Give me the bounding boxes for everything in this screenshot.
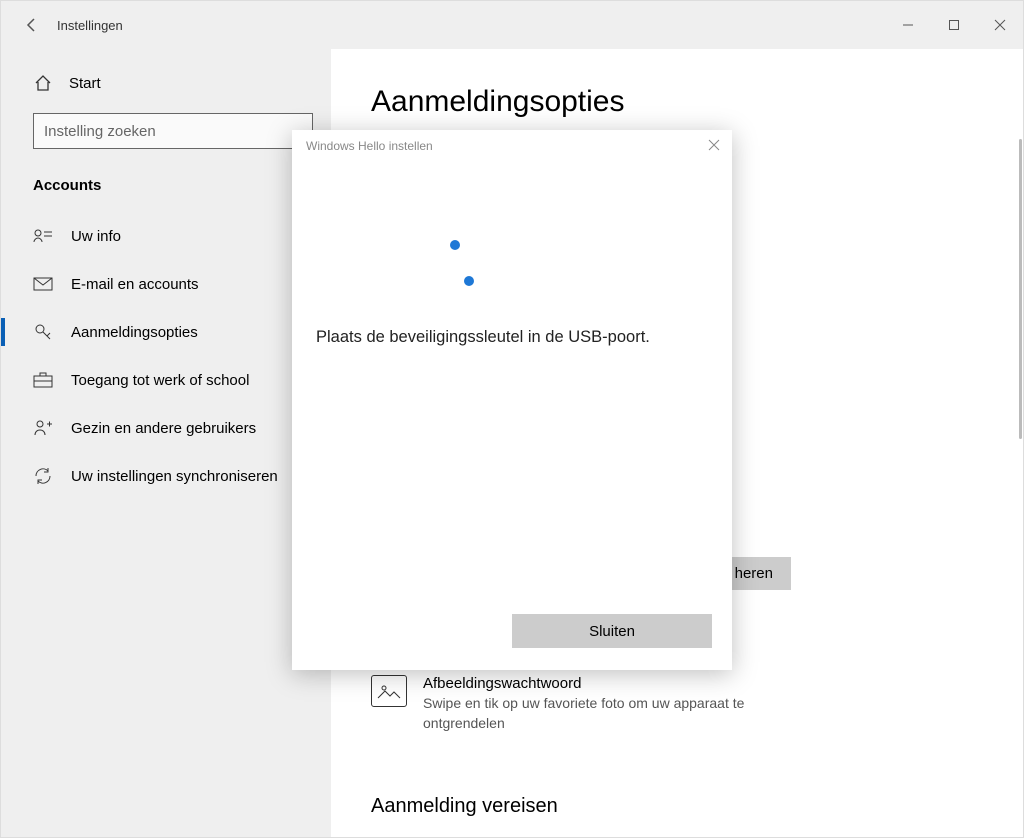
category-label: Accounts — [1, 167, 331, 212]
maximize-button[interactable] — [931, 9, 977, 41]
hello-setup-dialog: Windows Hello instellen Plaats de beveil… — [292, 130, 732, 670]
dialog-title: Windows Hello instellen — [306, 139, 433, 153]
sync-icon — [33, 466, 53, 486]
image-icon — [371, 675, 407, 707]
sidebar-item-your-info[interactable]: Uw info — [1, 212, 331, 260]
titlebar: Instellingen — [1, 1, 1023, 49]
briefcase-icon — [33, 370, 53, 390]
sidebar: Start Instelling zoeken Accounts Uw info… — [1, 49, 331, 837]
search-input[interactable]: Instelling zoeken — [33, 113, 313, 149]
page-title: Aanmeldingsopties — [371, 85, 983, 119]
sidebar-item-label: Gezin en andere gebruikers — [71, 420, 256, 437]
close-button[interactable] — [977, 9, 1023, 41]
sidebar-item-signin-options[interactable]: Aanmeldingsopties — [1, 308, 331, 356]
home-button[interactable]: Start — [1, 59, 331, 107]
key-icon — [33, 322, 53, 342]
minimize-icon — [902, 19, 914, 31]
home-label: Start — [69, 75, 101, 92]
minimize-button[interactable] — [885, 9, 931, 41]
spinner-dot-icon — [450, 240, 460, 250]
dialog-close-button[interactable] — [708, 138, 720, 154]
option-picture-password[interactable]: Afbeeldingswachtwoord Swipe en tik op uw… — [371, 661, 783, 747]
window-buttons — [885, 9, 1023, 41]
sidebar-item-label: Uw instellingen synchroniseren — [71, 468, 278, 485]
mail-icon — [33, 274, 53, 294]
option-subtitle: Swipe en tik op uw favoriete foto om uw … — [423, 694, 783, 733]
person-card-icon — [33, 226, 53, 246]
people-plus-icon — [33, 418, 53, 438]
sidebar-item-sync[interactable]: Uw instellingen synchroniseren — [1, 452, 331, 500]
close-icon — [708, 139, 720, 151]
sidebar-item-family[interactable]: Gezin en andere gebruikers — [1, 404, 331, 452]
sidebar-item-label: E-mail en accounts — [71, 276, 199, 293]
sidebar-item-label: Toegang tot werk of school — [71, 372, 249, 389]
search-placeholder: Instelling zoeken — [44, 123, 156, 140]
dialog-message: Plaats de beveiligingssleutel in de USB-… — [292, 308, 732, 347]
home-icon — [33, 73, 53, 93]
back-button[interactable] — [17, 17, 57, 33]
close-icon — [994, 19, 1006, 31]
maximize-icon — [948, 19, 960, 31]
dialog-close-action-button[interactable]: Sluiten — [512, 614, 712, 648]
dialog-titlebar: Windows Hello instellen — [292, 130, 732, 158]
sidebar-item-label: Aanmeldingsopties — [71, 324, 198, 341]
arrow-left-icon — [24, 17, 40, 33]
spinner-dot-icon — [464, 276, 474, 286]
window-title: Instellingen — [57, 18, 123, 33]
option-title: Afbeeldingswachtwoord — [423, 675, 783, 692]
scrollbar[interactable] — [1019, 139, 1022, 439]
progress-spinner — [292, 158, 732, 308]
settings-window: Instellingen Start Instelling zoeken — [0, 0, 1024, 838]
sidebar-item-label: Uw info — [71, 228, 121, 245]
sidebar-item-work-school[interactable]: Toegang tot werk of school — [1, 356, 331, 404]
sidebar-item-email[interactable]: E-mail en accounts — [1, 260, 331, 308]
section-require-signin: Aanmelding vereisen — [371, 795, 558, 818]
